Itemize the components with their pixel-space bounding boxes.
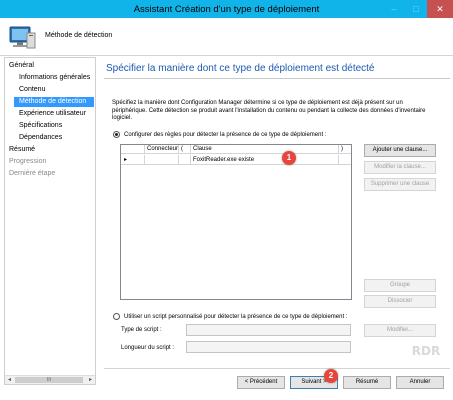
title-divider bbox=[104, 78, 450, 79]
ungroup-button[interactable]: Dissocier bbox=[364, 295, 436, 308]
detection-rules-grid[interactable]: Connecteur ( Clause ) ▸ FoxitReader.exe … bbox=[120, 144, 352, 300]
page-title: Spécifier la manière dont ce type de dép… bbox=[106, 63, 375, 74]
radio-custom-script[interactable]: Utiliser un script personnalisé pour dét… bbox=[113, 313, 347, 320]
grid-header-close-paren[interactable]: ) bbox=[339, 145, 351, 154]
window-title: Assistant Création d'un type de déploiem… bbox=[133, 3, 320, 15]
sidebar-item-user-experience[interactable]: Expérience utilisateur bbox=[19, 109, 86, 119]
sidebar-item-general-info[interactable]: Informations générales bbox=[19, 73, 90, 83]
maximize-icon[interactable]: □ bbox=[405, 0, 427, 18]
scroll-thumb[interactable]: III bbox=[15, 377, 83, 383]
rdr-watermark-logo: RDR bbox=[411, 344, 441, 358]
script-type-field[interactable] bbox=[186, 324, 351, 336]
close-icon[interactable]: ✕ bbox=[427, 0, 453, 18]
sidebar-item-completion: Dernière étape bbox=[9, 170, 56, 177]
sidebar-item-content[interactable]: Contenu bbox=[19, 85, 45, 95]
grid-header-connector[interactable]: Connecteur bbox=[145, 145, 179, 154]
radio-configure-rules[interactable]: Configurer des règles pour détecter la p… bbox=[113, 131, 326, 138]
table-cell-connector[interactable] bbox=[145, 155, 179, 165]
radio-configure-rules-label: Configurer des règles pour détecter la p… bbox=[124, 131, 327, 138]
annotation-badge-1: 1 bbox=[282, 151, 296, 165]
wizard-sidebar: Général Informations générales Contenu M… bbox=[4, 57, 96, 385]
radio-button[interactable] bbox=[113, 313, 120, 320]
delete-clause-button[interactable]: Supprimer une clause bbox=[364, 178, 436, 191]
previous-button[interactable]: < Précédent bbox=[237, 376, 285, 389]
page-description: Spécifiez la manière dont Configuration … bbox=[112, 100, 426, 121]
sidebar-item-dependencies[interactable]: Dépendances bbox=[19, 133, 62, 143]
scroll-right-icon[interactable]: ▸ bbox=[86, 376, 95, 384]
script-length-label: Longueur du script : bbox=[121, 345, 175, 351]
add-clause-button[interactable]: Ajouter une clause... bbox=[364, 144, 436, 157]
row-selector-icon[interactable]: ▸ bbox=[121, 155, 145, 165]
sidebar-item-detection-method[interactable]: Méthode de détection bbox=[14, 97, 94, 107]
modify-clause-button[interactable]: Modifier la clause... bbox=[364, 161, 436, 174]
page-header-title: Méthode de détection bbox=[45, 32, 113, 39]
sidebar-item-requirements[interactable]: Spécifications bbox=[19, 121, 62, 131]
group-button[interactable]: Groupe bbox=[364, 279, 436, 292]
computer-wizard-icon bbox=[9, 26, 36, 49]
grid-header-open-paren[interactable]: ( bbox=[179, 145, 191, 154]
table-cell-open-paren[interactable] bbox=[179, 155, 191, 165]
script-type-label: Type de script : bbox=[121, 327, 162, 333]
minimize-icon[interactable]: – bbox=[383, 0, 405, 18]
annotation-badge-2: 2 bbox=[324, 369, 338, 383]
modify-script-button[interactable]: Modifier... bbox=[364, 324, 436, 337]
sidebar-horizontal-scrollbar[interactable]: ◂ III ▸ bbox=[5, 375, 95, 384]
radio-button[interactable] bbox=[113, 131, 120, 138]
sidebar-item-progress: Progression bbox=[9, 158, 47, 165]
window-titlebar: Assistant Création d'un type de déploiem… bbox=[0, 0, 453, 18]
table-cell-clause[interactable]: FoxitReader.exe existe bbox=[191, 155, 339, 165]
script-length-field[interactable] bbox=[186, 341, 351, 353]
wizard-header: Méthode de détection bbox=[0, 18, 453, 56]
radio-custom-script-label: Utiliser un script personnalisé pour dét… bbox=[124, 313, 348, 320]
grid-header-selector bbox=[121, 145, 145, 154]
summary-button[interactable]: Résumé bbox=[343, 376, 391, 389]
scroll-left-icon[interactable]: ◂ bbox=[5, 376, 14, 384]
sidebar-item-summary[interactable]: Résumé bbox=[9, 145, 35, 155]
cancel-button[interactable]: Annuler bbox=[396, 376, 444, 389]
footer-divider bbox=[104, 368, 450, 369]
sidebar-item-general[interactable]: Général bbox=[9, 61, 34, 71]
table-cell-close-paren[interactable] bbox=[339, 155, 351, 165]
grid-header-clause[interactable]: Clause bbox=[191, 145, 339, 154]
